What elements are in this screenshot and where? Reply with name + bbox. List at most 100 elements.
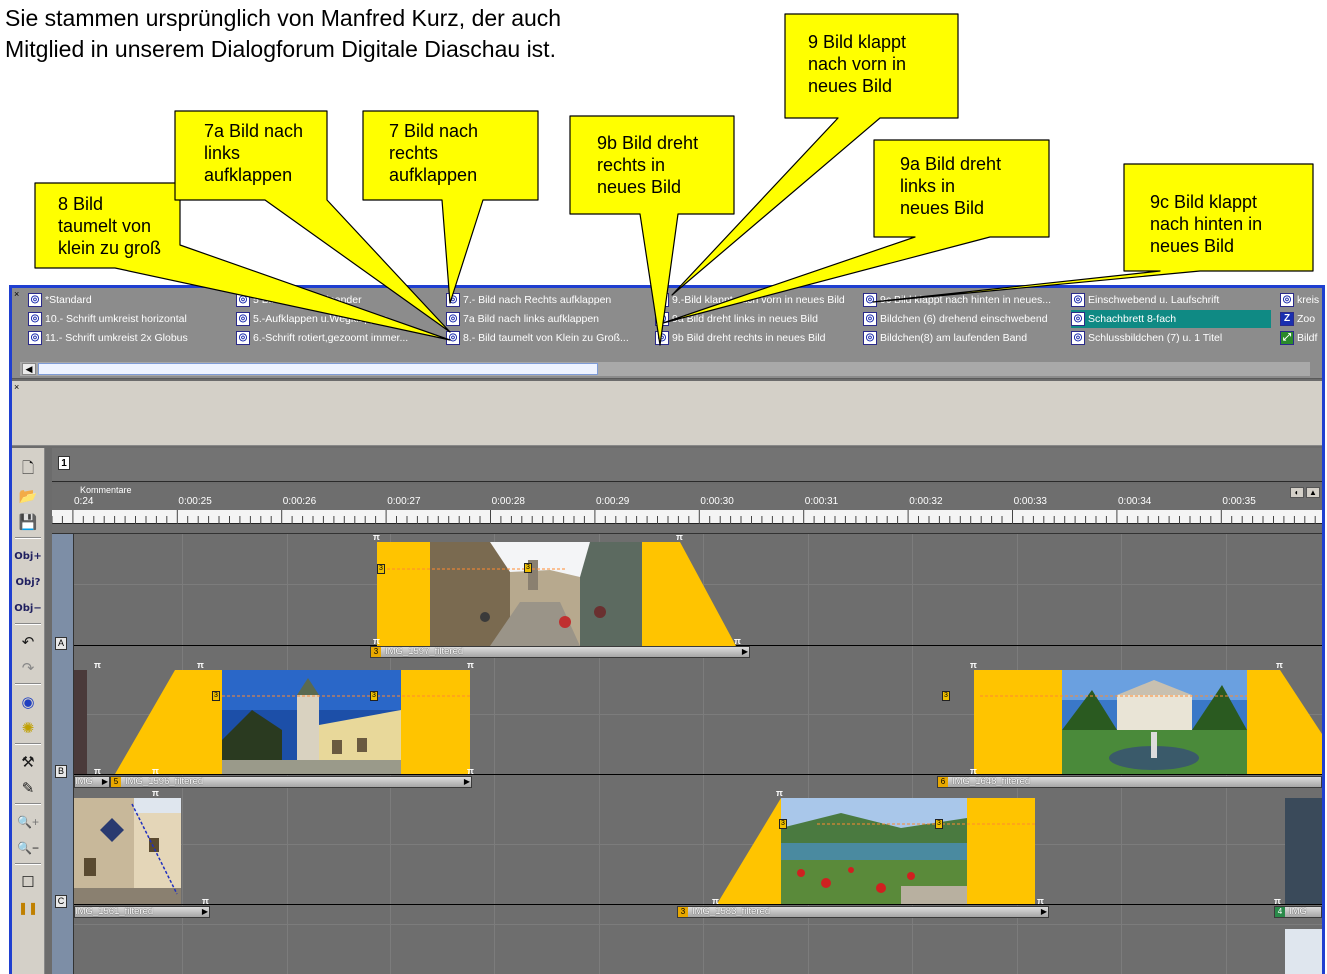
effect-item-8-taumelt[interactable]: ◎ 8.- Bild taumelt von Klein zu Groß... [446,329,648,347]
effect-item-kreis[interactable]: ◎ kreis [1280,291,1322,309]
left-toolbar: 🗋 📂 💾 Obj+ Obj? Obj− ↶ ↷ ◉ ✺ ⚒ ✎ 🔍+ 🔍− ☐… [12,448,45,974]
clip-handle-icon[interactable]: π [197,660,204,670]
save-disk-icon[interactable]: 💾 [15,510,41,534]
frame-tool-icon[interactable]: ☐ [15,870,41,894]
time-tick-label: 0:00:25 [178,496,212,507]
time-tick-label: 0:00:32 [909,496,943,507]
time-tick-label: 0:00:29 [596,496,630,507]
redo-icon[interactable]: ↷ [15,656,41,680]
pause-icon[interactable]: ❚❚ [15,896,41,920]
clip-handle-icon[interactable]: π [373,636,380,646]
time-tick-label: 0:00:34 [1118,496,1152,507]
expand-icon[interactable]: ▲ [1306,487,1320,498]
effect-icon: ◎ [28,312,42,326]
effect-item-schachbrett[interactable]: ◎ Schachbrett 8-fach [1071,310,1271,328]
effect-icon: ◎ [236,312,250,326]
clip-handle-icon[interactable]: π [94,766,101,776]
clip-end-arrow-icon: ▶ [741,647,748,656]
clip-handle-icon[interactable]: π [467,766,474,776]
effect-item-aufklappen-wegklappen[interactable]: ◎ 5.-Aufklappen u.Wegklappen [236,310,436,328]
close-panel-icon[interactable]: × [14,290,19,299]
clip-handle-icon[interactable]: π [94,660,101,670]
keyframe-marker[interactable]: 3 [377,564,385,574]
effect-item-schrift-horizontal[interactable]: ◎ 10.- Schrift umkreist horizontal [28,310,228,328]
effect-item-bildchen-8[interactable]: ◎ Bildchen(8) am laufenden Band [863,329,1063,347]
effect-item-9-vorn[interactable]: ◎ 9.-Bild klappt nach vorn in neues Bild [655,291,860,309]
time-tick-label: 0:00:27 [387,496,421,507]
effect-icon: ◎ [28,293,42,307]
effect-item-9c-hinten[interactable]: ◎ 9c Bild klappt nach hinten in neues... [863,291,1063,309]
close-preview-icon[interactable]: × [14,383,19,392]
object-properties-icon[interactable]: Obj? [15,570,41,594]
clip-handle-icon[interactable]: π [734,636,741,646]
clip-handle-icon[interactable]: π [1274,896,1281,906]
clip-c2-label[interactable]: 3 IMG_1583_filtered ▶ [677,906,1049,918]
keyframe-marker[interactable]: 3 [212,691,220,701]
effect-item-schlussbildchen[interactable]: ◎ Schlussbildchen (7) u. 1 Titel [1071,329,1271,347]
preview-panel: × [12,381,1322,446]
effect-item-schrift-rotiert[interactable]: ◎ 6.-Schrift rotiert,gezoomt immer... [236,329,436,347]
clip-b0-label[interactable]: IMG ▶ [74,776,110,788]
keyframe-marker[interactable]: 3 [935,819,943,829]
clip-handle-icon[interactable]: π [202,896,209,906]
clip-handle-icon[interactable]: π [712,896,719,906]
clip-handle-icon[interactable]: π [676,532,683,542]
zoom-in-icon[interactable]: 🔍+ [15,810,41,834]
effect-icon: ◎ [863,293,877,307]
effect-item-schrift-globus[interactable]: ◎ 11.- Schrift umkreist 2x Globus [28,329,228,347]
resize-effect-icon: ⤢ [1280,331,1294,345]
effect-item-5-bilder[interactable]: ◎ 5 Bilder nebeneinander [236,291,436,309]
effect-item-zoom[interactable]: Z Zoo [1280,310,1322,328]
clip-handle-icon[interactable]: π [1276,660,1283,670]
open-folder-icon[interactable]: 📂 [15,484,41,508]
clip-end-arrow-icon: ▶ [201,907,208,916]
clip-handle-icon[interactable]: π [373,532,380,542]
time-bar[interactable]: ◐ ▲ 0:24 0:00:25 0:00:26 0:00:27 0:00:28 0:00… [51,484,1322,534]
clip-b2-label[interactable]: 6 IMG_1648_filtered [937,776,1322,788]
effect-item-9a-links[interactable]: ◎ 9a Bild dreht links in neues Bild [655,310,860,328]
zoom-out-icon[interactable]: 🔍− [15,836,41,860]
pen-tool-icon[interactable]: ✎ [15,776,41,800]
clip-handle-icon[interactable]: π [970,660,977,670]
toolbar-separator [15,623,41,625]
remove-object-icon[interactable]: Obj− [14,596,41,620]
clip-handle-icon[interactable]: π [152,788,159,798]
clip-a1-label[interactable]: 3 IMG_1597_filtered ▶ [370,646,750,658]
keyframe-marker[interactable]: 3 [370,691,378,701]
collapse-icon[interactable]: ◐ [1290,487,1304,498]
add-object-icon[interactable]: Obj+ [14,544,41,568]
clip-handle-icon[interactable]: π [152,766,159,776]
effects-scrollbar[interactable]: ◀ [20,362,1310,376]
effect-item-einschwebend[interactable]: ◎ Einschwebend u. Laufschrift [1071,291,1271,309]
callout-9a: 9a Bild dreht links in neues Bild [900,154,1002,218]
clip-c1-label[interactable]: IMG_1561_filtered ▶ [74,906,210,918]
clip-b1-label[interactable]: 5 IMG_1596_filtered ▶ [110,776,472,788]
scrollbar-thumb[interactable] [38,363,598,375]
clip-handle-icon[interactable]: π [970,766,977,776]
hammer-tool-icon[interactable]: ⚒ [15,750,41,774]
effect-item-7a-links[interactable]: ◎ 7a Bild nach links aufklappen [446,310,648,328]
undo-icon[interactable]: ↶ [15,630,41,654]
effect-icon: ◎ [1071,293,1085,307]
clip-handle-icon[interactable]: π [467,660,474,670]
effect-icon: ◎ [863,312,877,326]
keyframe-marker[interactable]: 3 [942,691,950,701]
effect-item-bildf[interactable]: ⤢ Bildf [1280,329,1322,347]
kommentare-track[interactable]: 1 [52,448,1322,482]
time-tick-label: 0:00:26 [282,496,317,507]
color-wheel-icon[interactable]: ◉ [15,690,41,714]
scroll-left-icon[interactable]: ◀ [22,363,36,375]
effect-item-9b-rechts[interactable]: ◎ 9b Bild dreht rechts in neues Bild [655,329,860,347]
keyframe-marker[interactable]: 3 [779,819,787,829]
clip-handle-icon[interactable]: π [776,788,783,798]
keyframe-marker[interactable]: 3 [524,563,532,573]
effect-icon: ◎ [655,312,669,326]
clip-c3-label[interactable]: 4 IMG [1274,906,1322,918]
effect-item-7-rechts[interactable]: ◎ 7.- Bild nach Rechts aufklappen [446,291,648,309]
effect-item-standard[interactable]: ◎ *Standard [28,291,228,309]
ruler-scale[interactable] [51,510,1322,524]
effect-wizard-icon[interactable]: ✺ [15,716,41,740]
clip-handle-icon[interactable]: π [1037,896,1044,906]
effect-item-bildchen-6[interactable]: ◎ Bildchen (6) drehend einschwebend [863,310,1063,328]
new-file-icon[interactable]: 🗋 [15,458,41,482]
